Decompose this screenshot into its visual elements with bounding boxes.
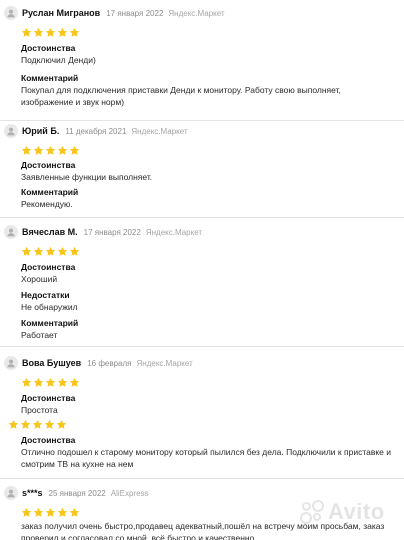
rating-stars [21,377,80,388]
avatar [4,356,18,370]
star-icon [69,507,80,517]
review-section-label: Комментарий [21,187,79,197]
review-section-label: Достоинства [21,43,76,53]
star-icon [21,507,32,517]
star-icon [8,419,19,429]
review-date: 11 декабря 2021 [65,126,127,136]
review-section-text: Отлично подошел к старому монитору котор… [21,447,392,469]
review-section-text: Не обнаружил [21,302,78,312]
star-icon [21,377,32,387]
star-icon [69,27,80,37]
avatar [4,6,18,20]
avatar [4,486,18,500]
review-section-label: Достоинства [21,160,76,170]
review-source: Яндекс.Маркет [136,358,193,368]
rating-stars [21,507,80,518]
review-source: AliExpress [110,488,149,498]
review-section-label: Комментарий [21,73,79,83]
star-icon [45,246,56,256]
star-icon [21,27,32,37]
star-icon [45,507,56,517]
star-icon [57,246,68,256]
review-author: Руслан Мигранов [22,8,101,18]
avito-logo-icon [300,500,324,524]
review-date: 17 января 2022 [106,8,164,18]
star-icon [56,419,67,429]
star-icon [33,246,44,256]
review-date: 25 января 2022 [48,488,106,498]
review-section-label: Достоинства [21,262,76,272]
rating-stars [21,27,80,38]
review-section-text: Покупал для подключения приставки Денди … [21,85,341,107]
review-author: s***s [22,488,43,498]
review-source: Яндекс.Маркет [145,227,203,237]
avito-watermark: Avito [300,494,400,530]
star-icon [57,27,68,37]
star-icon [20,419,31,429]
review-section-label: Достоинства [21,435,76,445]
star-icon [45,377,56,387]
star-icon [32,419,43,429]
review-author: Вячеслав М. [22,227,78,237]
star-icon [69,377,80,387]
review-card: Вячеслав М. 17 января 2022 Яндекс.Маркет… [0,217,404,346]
review-section-text: Подключил Денди) [21,55,96,65]
star-icon [21,145,32,155]
review-section-text: Простота [21,405,58,415]
review-header: Вячеслав М. 17 января 2022 Яндекс.Маркет [0,222,202,242]
review-source: Яндекс.Маркет [131,126,188,136]
review-section-text: Заявленные функции выполняет. [21,172,153,182]
rating-stars [8,419,67,430]
star-icon [33,27,44,37]
star-icon [57,377,68,387]
review-header: s***s 25 января 2022 AliExpress [0,483,149,503]
star-icon [33,377,44,387]
star-icon [69,145,80,155]
star-icon [69,246,80,256]
watermark-text: Avito [328,499,385,524]
review-header: Руслан Мигранов 17 января 2022 Яндекс.Ма… [0,3,225,23]
star-icon [33,507,44,517]
review-section-text: Рекомендую. [21,199,73,209]
review-card: Вова Бушуев 16 февраля Яндекс.Маркет Дос… [0,346,404,478]
star-icon [33,145,44,155]
review-card: Руслан Мигранов 17 января 2022 Яндекс.Ма… [0,0,404,120]
star-icon [57,507,68,517]
review-section-text: Работает [21,330,58,340]
review-section-label: Комментарий [21,318,79,328]
review-author: Юрий Б. [22,126,60,136]
review-card: Юрий Б. 11 декабря 2021 Яндекс.Маркет До… [0,120,404,217]
avatar [4,225,18,239]
rating-stars [21,145,80,156]
star-icon [44,419,55,429]
review-date: 16 февраля [87,358,132,368]
review-author: Вова Бушуев [22,358,82,368]
rating-stars [21,246,80,257]
review-source: Яндекс.Маркет [168,8,225,18]
star-icon [45,145,56,155]
review-header: Юрий Б. 11 декабря 2021 Яндекс.Маркет [0,121,188,141]
review-header: Вова Бушуев 16 февраля Яндекс.Маркет [0,353,193,373]
star-icon [57,145,68,155]
avatar [4,124,18,138]
review-date: 17 января 2022 [83,227,141,237]
star-icon [21,246,32,256]
review-section-label: Достоинства [21,393,76,403]
review-section-text: Хороший [21,274,58,284]
review-section-label: Недостатки [21,290,70,300]
star-icon [45,27,56,37]
